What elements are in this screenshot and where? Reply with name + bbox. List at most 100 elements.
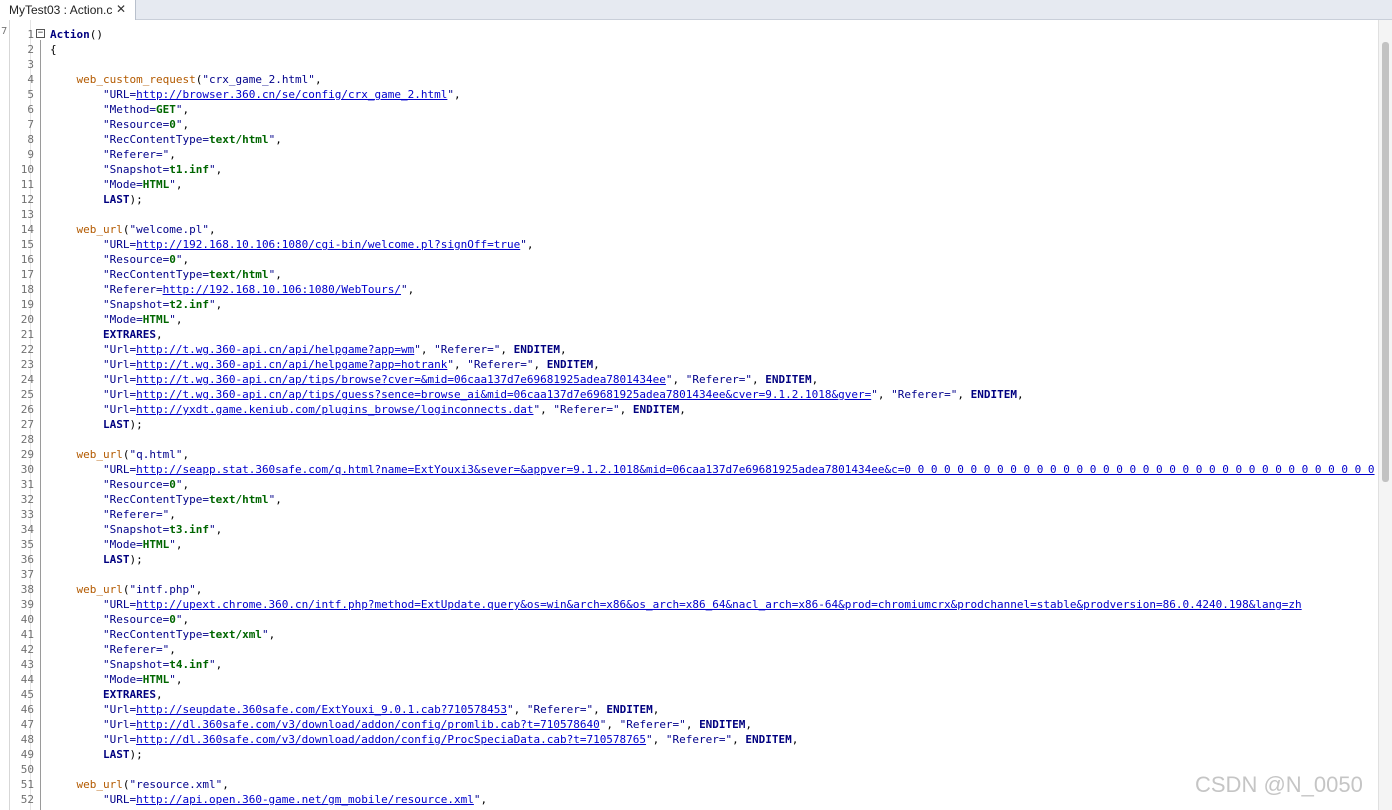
- code-url-link[interactable]: http://dl.360safe.com/v3/download/addon/…: [136, 718, 600, 731]
- code-token: 0: [169, 253, 176, 266]
- code-token: "Resource=: [102, 613, 170, 626]
- code-token: ENDITEM: [546, 358, 594, 371]
- code-url-link[interactable]: http://t.wg.360-api.cn/ap/tips/browse?cv…: [136, 373, 666, 386]
- code-line: "Url=http://t.wg.360-api.cn/ap/tips/brow…: [50, 372, 1376, 387]
- code-line: "Mode=HTML",: [50, 312, 1376, 327]
- code-token: "q.html": [129, 448, 183, 461]
- scrollbar-thumb[interactable]: [1382, 42, 1389, 482]
- code-token: ,: [314, 73, 322, 86]
- code-url-link[interactable]: http://192.168.10.106:1080/cgi-bin/welco…: [136, 238, 520, 251]
- code-token: ": [447, 88, 454, 101]
- code-token: ": [473, 793, 481, 806]
- code-token: ,: [275, 493, 282, 506]
- code-token: 0: [169, 118, 176, 131]
- vertical-scrollbar[interactable]: [1378, 20, 1392, 810]
- code-line: Action(): [50, 27, 1376, 42]
- line-number-gutter: 1 2 3 4 5 6 7 8 9 10 11 12 13 14 15 16 17 18 19 20 21 22 23 24 2…: [10, 20, 34, 810]
- code-line: EXTRARES,: [50, 327, 1376, 342]
- code-token: ,: [533, 358, 547, 371]
- code-token: ": [169, 673, 176, 686]
- code-token: text/xml: [208, 628, 262, 641]
- code-token: ,: [745, 718, 753, 731]
- code-token: EXTRARES: [102, 688, 156, 701]
- code-line: LAST);: [50, 417, 1376, 432]
- code-url-link[interactable]: http://upext.chrome.360.cn/intf.php?meth…: [136, 598, 1302, 611]
- code-token: ,: [182, 478, 190, 491]
- code-token: t1.inf: [169, 163, 209, 176]
- code-line: "Url=http://dl.360safe.com/v3/download/a…: [50, 717, 1376, 732]
- close-icon[interactable]: ✕: [114, 2, 128, 16]
- code-token: ": [208, 658, 216, 671]
- code-url-link[interactable]: http://t.wg.360-api.cn/api/helpgame?app=…: [136, 343, 414, 356]
- code-token: ": [665, 373, 673, 386]
- code-token: ,: [175, 313, 183, 326]
- code-token: );: [129, 553, 143, 566]
- code-token: HTML: [142, 538, 170, 551]
- code-token: ,: [559, 343, 567, 356]
- code-token: ,: [215, 658, 223, 671]
- code-line: web_url("intf.php",: [50, 582, 1376, 597]
- code-token: Action: [50, 28, 90, 41]
- code-token: GET: [155, 103, 176, 116]
- code-url-link[interactable]: http://192.168.10.106:1080/WebTours/: [163, 283, 401, 296]
- code-editor[interactable]: 7 1 2 3 4 5 6 7 8 9 10 11 12 13 14 15 16 17 18 19 20 21 22 23 2…: [0, 20, 1392, 810]
- code-token: LAST: [102, 418, 130, 431]
- code-token: "Referer=": [467, 358, 534, 371]
- code-token: text/html: [208, 493, 269, 506]
- code-line: "Resource=0",: [50, 117, 1376, 132]
- code-url-link[interactable]: http://browser.360.cn/se/config/crx_game…: [136, 88, 447, 101]
- code-text-area[interactable]: Action(){ web_custom_request("crx_game_2…: [50, 27, 1376, 810]
- code-token: ,: [540, 403, 554, 416]
- code-token: ,: [420, 343, 435, 356]
- code-line: "Mode=HTML",: [50, 177, 1376, 192]
- code-token: HTML: [142, 178, 170, 191]
- code-token: ,: [182, 103, 190, 116]
- code-token: );: [129, 748, 143, 761]
- code-token: ": [169, 538, 176, 551]
- code-line: "Url=http://t.wg.360-api.cn/api/helpgame…: [50, 342, 1376, 357]
- code-line: "URL=http://api.open.360-game.net/gm_mob…: [50, 792, 1376, 807]
- code-url-link[interactable]: http://t.wg.360-api.cn/ap/tips/guess?sen…: [136, 388, 871, 401]
- code-token: ,: [175, 178, 183, 191]
- code-url-link[interactable]: http://t.wg.360-api.cn/api/helpgame?app=…: [136, 358, 447, 371]
- code-token: "Resource=: [102, 253, 170, 266]
- code-line: "Url=http://seupdate.360safe.com/ExtYoux…: [50, 702, 1376, 717]
- code-token: t4.inf: [169, 658, 209, 671]
- code-line: web_custom_request("crx_game_2.html",: [50, 72, 1376, 87]
- code-line: "URL=http://192.168.10.106:1080/cgi-bin/…: [50, 237, 1376, 252]
- code-line: "Resource=0",: [50, 477, 1376, 492]
- code-url-link[interactable]: http://seapp.stat.360safe.com/q.html?nam…: [136, 463, 1374, 476]
- code-token: web_url: [76, 778, 123, 791]
- code-token: ,: [652, 703, 660, 716]
- code-url-link[interactable]: http://dl.360safe.com/v3/download/addon/…: [136, 733, 646, 746]
- code-token: ENDITEM: [632, 403, 680, 416]
- code-token: HTML: [142, 673, 170, 686]
- code-line: "Url=http://t.wg.360-api.cn/api/helpgame…: [50, 357, 1376, 372]
- code-token: ": [208, 298, 216, 311]
- code-token: "resource.xml": [129, 778, 223, 791]
- fold-collapse-icon[interactable]: −: [36, 29, 45, 38]
- tab-action-c[interactable]: MyTest03 : Action.c ✕: [0, 0, 136, 20]
- code-token: "Referer=": [102, 148, 170, 161]
- code-token: ,: [513, 703, 527, 716]
- code-line: web_url("q.html",: [50, 447, 1376, 462]
- code-url-link[interactable]: http://yxdt.game.keniub.com/plugins_brow…: [136, 403, 533, 416]
- code-token: web_custom_request: [76, 73, 196, 86]
- code-line: "Referer=http://192.168.10.106:1080/WebT…: [50, 282, 1376, 297]
- code-token: ,: [877, 388, 892, 401]
- code-token: ENDITEM: [513, 343, 560, 356]
- code-token: "Method=: [102, 103, 156, 116]
- code-url-link[interactable]: http://seupdate.360safe.com/ExtYouxi_9.0…: [136, 703, 507, 716]
- code-url-link[interactable]: http://api.open.360-game.net/gm_mobile/r…: [136, 793, 474, 806]
